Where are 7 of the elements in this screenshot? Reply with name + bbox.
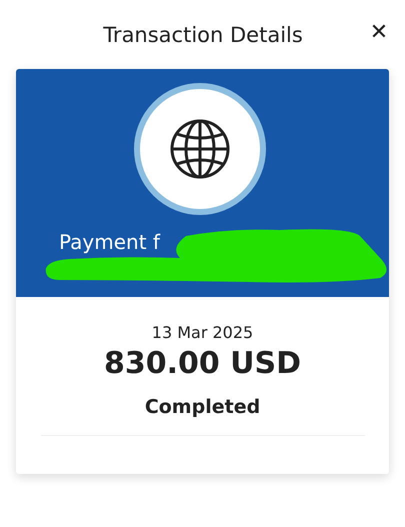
payment-description: Payment f [59, 229, 160, 256]
close-button[interactable]: ✕ [368, 20, 390, 46]
window-title: Transaction Details [102, 22, 304, 49]
globe-icon [169, 118, 231, 180]
transaction-status: Completed [144, 395, 260, 420]
transaction-date: 13 Mar 2025 [152, 322, 254, 344]
transaction-amount: 830.00 USD [104, 345, 302, 383]
